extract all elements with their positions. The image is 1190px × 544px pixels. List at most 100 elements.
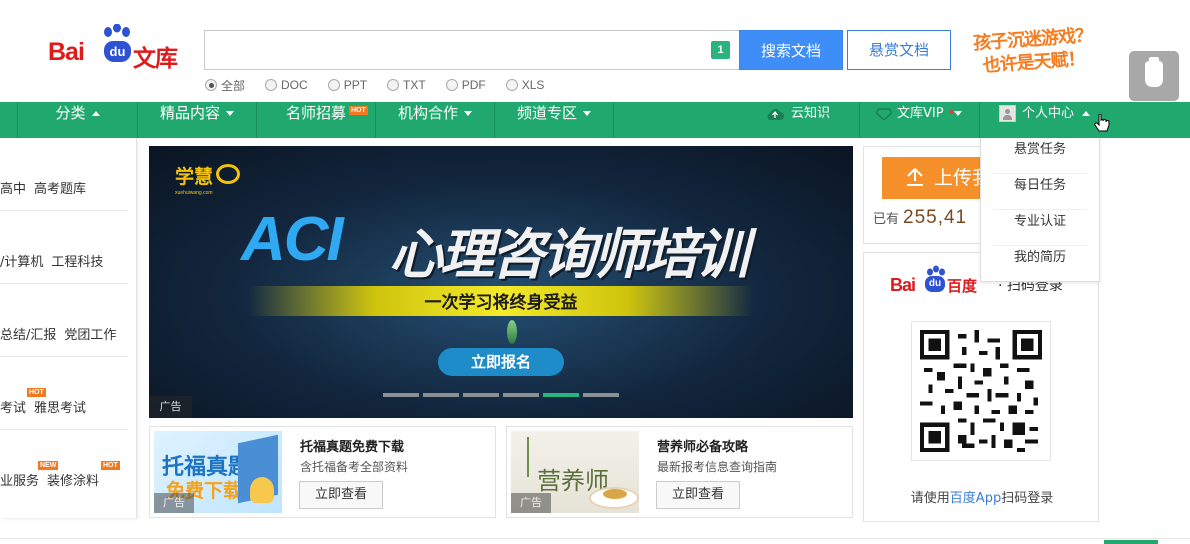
login-qr-code[interactable]: [911, 321, 1051, 461]
category-link[interactable]: 党团工作: [64, 328, 116, 343]
main-nav: 分类 精品内容 名师招募 HOT 机构合作 频道专区 云知识 文库VIP 个人中…: [0, 102, 1190, 138]
upload-stat: 已有 255,41: [873, 207, 968, 228]
carousel-dots: [383, 393, 623, 397]
category-link[interactable]: 高考题库: [34, 182, 86, 197]
category-link[interactable]: 考试: [0, 401, 26, 416]
menu-item-my-resume[interactable]: 我的简历: [993, 246, 1087, 282]
section-indicator: [1104, 540, 1158, 544]
file-type-filters: 全部 DOC PPT TXT PDF XLS: [205, 77, 564, 93]
diamond-icon: [874, 107, 894, 121]
filter-doc[interactable]: DOC: [265, 77, 308, 93]
promo-slogan[interactable]: 孩子沉迷游戏？ 也许是天赋！: [972, 24, 1095, 82]
view-now-button[interactable]: 立即查看: [656, 481, 740, 509]
nav-wenku-vip[interactable]: 文库VIP: [860, 102, 980, 138]
category-row: 高中 高考题库: [0, 138, 128, 211]
category-link[interactable]: 高中: [0, 182, 26, 197]
search-button[interactable]: 搜索文档: [739, 30, 843, 70]
banner-tagline: 一次学习将终身受益: [424, 293, 578, 313]
user-center-dropdown: 悬赏任务 每日任务 专业认证 我的简历: [980, 138, 1100, 282]
filter-ppt[interactable]: PPT: [327, 77, 367, 93]
caret-down-icon: [464, 111, 472, 116]
category-link[interactable]: 业服务: [0, 474, 39, 489]
login-hint: 请使用百度App扫码登录: [910, 491, 1054, 506]
baidu-logo: Bai du 百度: [890, 265, 990, 297]
radio-icon[interactable]: [387, 79, 400, 91]
baidu-app-link[interactable]: 百度App: [950, 491, 1001, 506]
carousel-dot[interactable]: [463, 393, 499, 397]
carousel-dot[interactable]: [503, 393, 539, 397]
nav-premium[interactable]: 精品内容: [138, 102, 257, 138]
caret-down-icon: [226, 111, 234, 116]
caret-down-icon: [583, 111, 591, 116]
notification-dot: [950, 110, 954, 114]
ad-label: 广告: [149, 396, 192, 418]
card-title[interactable]: 营养师必备攻略: [657, 436, 748, 455]
hot-badge: HOT: [349, 106, 368, 115]
promo-card-toefl: 托福真题 免费下载 广告 托福真题免费下载 含托福备考全部资料 立即查看: [149, 426, 496, 518]
card-desc: 含托福备考全部资料: [300, 460, 409, 474]
banner-headline-cn: 心理咨询师培训: [389, 223, 749, 286]
carousel-dot[interactable]: [423, 393, 459, 397]
nav-user-center[interactable]: 个人中心: [980, 102, 1100, 138]
upload-icon: [907, 168, 923, 186]
radio-icon[interactable]: [445, 79, 458, 91]
category-row: 总结/汇报 党团工作: [0, 284, 128, 357]
radio-icon[interactable]: [327, 79, 340, 91]
category-link[interactable]: 雅思考试: [34, 401, 86, 416]
banner-brand: 学慧: [175, 166, 214, 188]
logo-du-text: du: [104, 41, 131, 62]
nav-category[interactable]: 分类: [18, 102, 138, 138]
carousel-dot[interactable]: [583, 393, 619, 397]
nav-institution[interactable]: 机构合作: [376, 102, 495, 138]
carousel-dot-active[interactable]: [543, 393, 579, 397]
qr-login-panel: Bai du 百度 · 扫码登录 请使用百度App扫码登录: [863, 252, 1099, 522]
promo-card-nutritionist: 营养师 广告 营养师必备攻略 最新报考信息查询指南 立即查看: [506, 426, 853, 518]
hot-badge: HOT: [101, 461, 120, 470]
nav-cloud-knowledge[interactable]: 云知识: [755, 102, 860, 138]
mascot-icon: [250, 477, 274, 503]
radio-icon[interactable]: [505, 79, 518, 91]
toefl-thumbnail[interactable]: 托福真题 免费下载 广告: [154, 431, 282, 513]
user-avatar-icon: [999, 105, 1016, 122]
qr-code-icon: [920, 330, 1042, 452]
tv-icon: [216, 164, 240, 184]
category-link[interactable]: 装修涂料: [47, 474, 99, 489]
category-link[interactable]: /计算机: [0, 255, 43, 270]
banner-headline-en: ACI: [241, 205, 344, 274]
category-link[interactable]: 总结/汇报: [0, 328, 56, 343]
filter-pdf[interactable]: PDF: [445, 77, 486, 93]
banner-signup-button[interactable]: 立即报名: [438, 348, 564, 376]
caret-up-icon: [91, 111, 100, 116]
radio-icon[interactable]: [265, 79, 278, 91]
nav-channel[interactable]: 频道专区: [495, 102, 614, 138]
logo-wenku-text: 文库: [133, 46, 178, 72]
banner-brand-url: xuehuiwang.com: [175, 190, 213, 196]
reward-doc-button[interactable]: 悬赏文档: [847, 30, 951, 70]
hero-banner-ad[interactable]: 学慧 xuehuiwang.com ACI 心理咨询师培训 一次学习将终身受益 …: [149, 146, 853, 418]
search-input[interactable]: [205, 31, 740, 69]
view-now-button[interactable]: 立即查看: [299, 481, 383, 509]
filter-all[interactable]: 全部: [205, 77, 245, 93]
category-row: /计算机 工程科技: [0, 211, 128, 284]
nutritionist-thumbnail[interactable]: 营养师 广告: [511, 431, 639, 513]
browser-extension-icon[interactable]: [1129, 51, 1179, 101]
caret-up-icon: [1082, 111, 1091, 116]
search-count-badge: 1: [711, 41, 730, 59]
card-title[interactable]: 托福真题免费下载: [300, 436, 404, 455]
upload-button[interactable]: 上传我: [882, 157, 992, 199]
cloud-icon: [767, 108, 784, 120]
filter-txt[interactable]: TXT: [387, 77, 426, 93]
category-row: HOT 考试 雅思考试: [0, 357, 128, 430]
menu-item-reward-tasks[interactable]: 悬赏任务: [993, 138, 1087, 174]
menu-item-daily-tasks[interactable]: 每日任务: [993, 174, 1087, 210]
nav-teacher-recruit[interactable]: 名师招募 HOT: [257, 102, 376, 138]
radio-icon[interactable]: [205, 79, 217, 91]
baidu-wenku-logo[interactable]: Bai du 文库: [48, 22, 188, 72]
filter-xls[interactable]: XLS: [505, 77, 544, 93]
carousel-dot[interactable]: [383, 393, 419, 397]
search-box: [204, 30, 740, 70]
category-link[interactable]: 工程科技: [51, 255, 103, 270]
logo-bai-text: Bai: [48, 38, 85, 66]
menu-item-certification[interactable]: 专业认证: [993, 210, 1087, 246]
card-desc: 最新报考信息查询指南: [657, 460, 778, 474]
